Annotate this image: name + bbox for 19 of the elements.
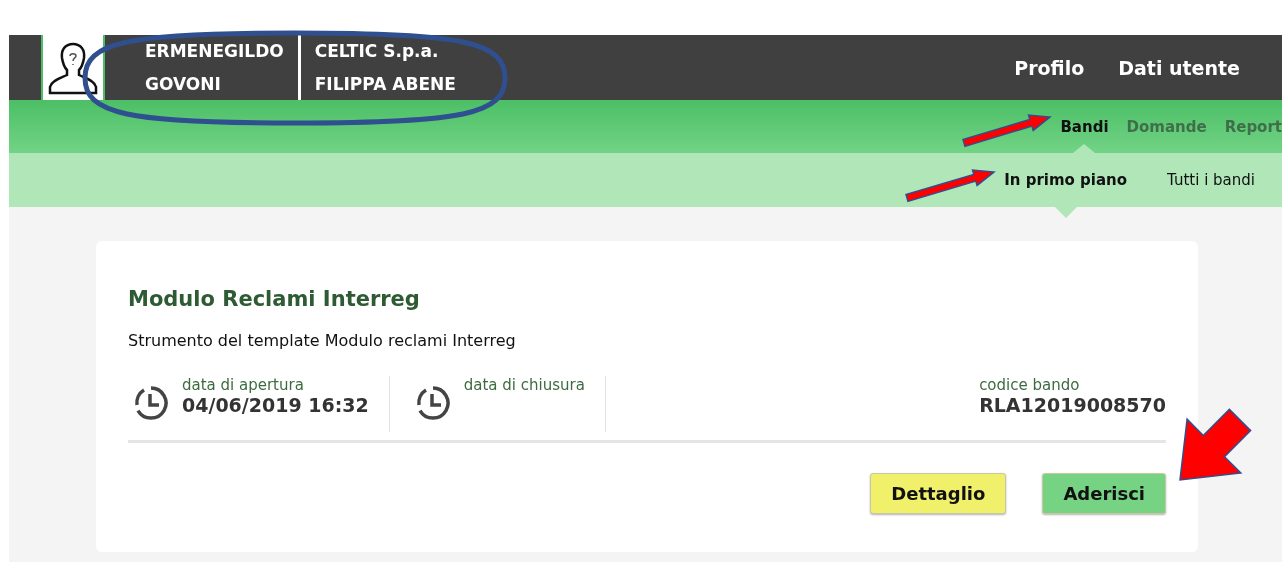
company-name: FILIPPA ABENE xyxy=(314,72,456,96)
sub-nav-tab[interactable]: In primo piano xyxy=(1004,153,1128,218)
info-label: data di chiusura xyxy=(463,376,585,394)
nav-tab[interactable]: Bandi xyxy=(1060,100,1109,153)
sub-nav-tab[interactable]: Tutti i bandi xyxy=(1167,153,1255,218)
info-label: data di apertura xyxy=(182,376,305,394)
info-value: RLA12019008570 xyxy=(979,394,1166,416)
header-link[interactable]: Profilo xyxy=(1014,56,1085,79)
info-label: codice bando xyxy=(979,376,1080,394)
info-value: 04/06/2019 16:32 xyxy=(182,394,369,416)
clock-icon xyxy=(132,384,170,422)
join-button[interactable]: Aderisci xyxy=(1042,473,1166,514)
header-link[interactable]: Dati utente xyxy=(1118,56,1240,79)
detail-button[interactable]: Dettaglio xyxy=(870,473,1007,514)
user-name: GOVONI xyxy=(145,72,222,96)
card-title: Modulo Reclami Interreg xyxy=(128,287,421,311)
card-description: Strumento del template Modulo reclami Interreg xyxy=(128,331,517,350)
company-name: CELTIC S.p.a. xyxy=(314,39,440,63)
user-name: ERMENEGILDO xyxy=(145,39,284,63)
